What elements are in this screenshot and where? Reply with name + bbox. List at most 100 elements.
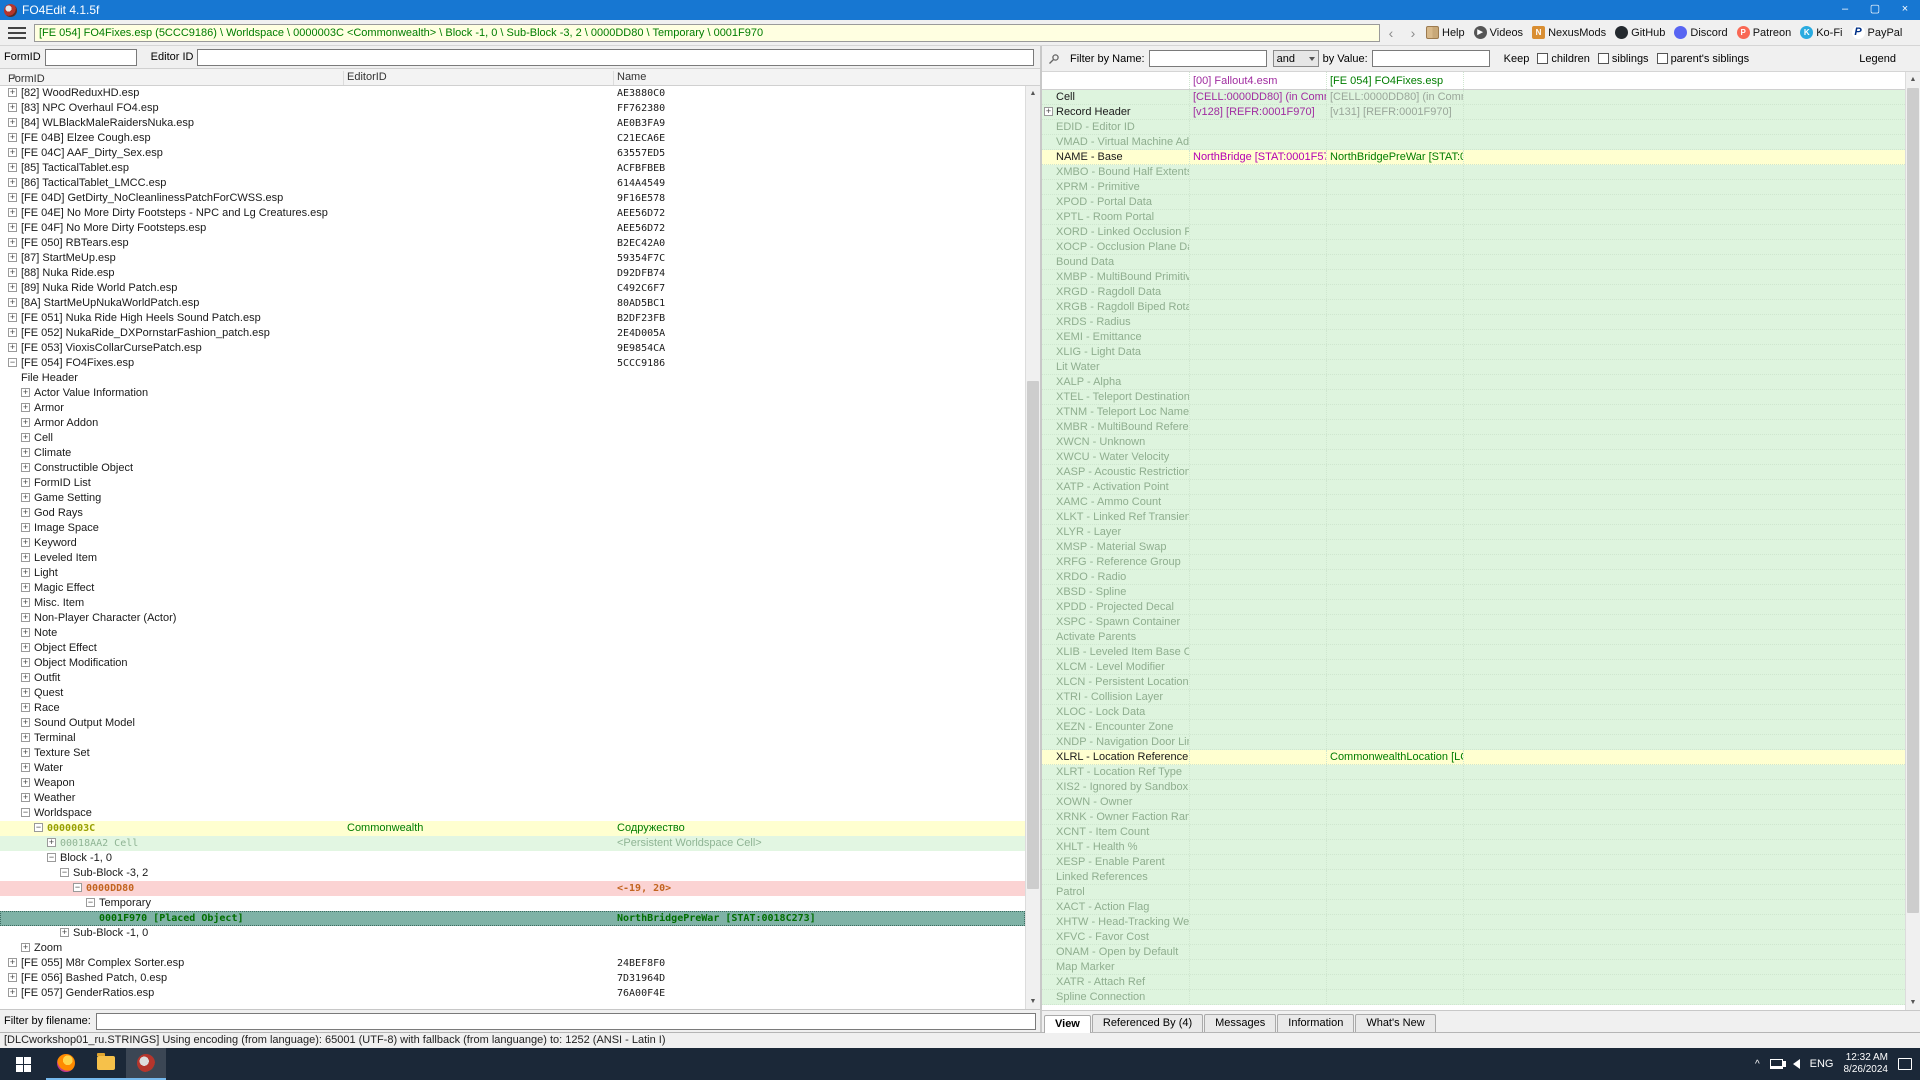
record-row[interactable]: XEZN - Encounter Zone: [1042, 720, 1905, 735]
tree-row[interactable]: +[88] Nuka Ride.espD92DFB74: [0, 266, 1025, 281]
record-row[interactable]: XCNT - Item Count: [1042, 825, 1905, 840]
record-row[interactable]: XBSD - Spline: [1042, 585, 1905, 600]
tree-row[interactable]: +00018AA2 Cell<Persistent Worldspace Cel…: [0, 836, 1025, 851]
record-row[interactable]: XRFG - Reference Group: [1042, 555, 1905, 570]
tree-scrollbar-thumb[interactable]: [1027, 381, 1039, 889]
expand-plus-icon[interactable]: +: [8, 103, 17, 112]
tree-row[interactable]: +Texture Set: [0, 746, 1025, 761]
record-row[interactable]: XMBR - MultiBound Reference: [1042, 420, 1905, 435]
expand-plus-icon[interactable]: +: [8, 208, 17, 217]
formid-input[interactable]: [45, 49, 137, 66]
tree-row[interactable]: +[FE 04D] GetDirty_NoCleanlinessPatchFor…: [0, 191, 1025, 206]
scroll-up-icon[interactable]: ▲: [1906, 72, 1920, 87]
tree-row[interactable]: +Weapon: [0, 776, 1025, 791]
expand-plus-icon[interactable]: +: [8, 163, 17, 172]
tab-referenced-by-4-[interactable]: Referenced By (4): [1092, 1014, 1203, 1032]
tree-row[interactable]: −[FE 054] FO4Fixes.esp5CCC9186: [0, 356, 1025, 371]
tree-row[interactable]: +Terminal: [0, 731, 1025, 746]
record-row[interactable]: Patrol: [1042, 885, 1905, 900]
expand-plus-icon[interactable]: +: [21, 598, 30, 607]
expand-plus-icon[interactable]: +: [8, 223, 17, 232]
record-row[interactable]: Cell[CELL:0000DD80] (in Commonw...[CELL:…: [1042, 90, 1905, 105]
expand-plus-icon[interactable]: +: [21, 583, 30, 592]
tree-row[interactable]: +Zoom: [0, 941, 1025, 956]
tree-row[interactable]: +Misc. Item: [0, 596, 1025, 611]
speaker-icon[interactable]: [1793, 1059, 1800, 1069]
record-row[interactable]: XWCU - Water Velocity: [1042, 450, 1905, 465]
toolbar-link-help[interactable]: Help: [1426, 26, 1465, 39]
tree-row[interactable]: +Quest: [0, 686, 1025, 701]
tree-row[interactable]: −Sub-Block -3, 2: [0, 866, 1025, 881]
taskbar-firefox[interactable]: [46, 1048, 86, 1080]
tree-row[interactable]: +[83] NPC Overhaul FO4.espFF762380: [0, 101, 1025, 116]
record-row[interactable]: XRDS - Radius: [1042, 315, 1905, 330]
collapse-minus-icon[interactable]: −: [8, 358, 17, 367]
toolbar-link-github[interactable]: GitHub: [1615, 26, 1665, 39]
filter-by-name-input[interactable]: [1149, 50, 1267, 67]
expand-plus-icon[interactable]: +: [21, 493, 30, 502]
expand-plus-icon[interactable]: +: [21, 448, 30, 457]
filter-filename-input[interactable]: [96, 1013, 1036, 1030]
record-row[interactable]: XPOD - Portal Data: [1042, 195, 1905, 210]
record-row[interactable]: XLOC - Lock Data: [1042, 705, 1905, 720]
tree-row[interactable]: −Temporary: [0, 896, 1025, 911]
tree-row[interactable]: +Non-Player Character (Actor): [0, 611, 1025, 626]
scroll-down-icon[interactable]: ▼: [1906, 995, 1920, 1010]
expand-plus-icon[interactable]: +: [60, 928, 69, 937]
record-row[interactable]: XLKT - Linked Ref Transient: [1042, 510, 1905, 525]
tree-row[interactable]: +Note: [0, 626, 1025, 641]
expand-plus-icon[interactable]: +: [8, 133, 17, 142]
menu-icon[interactable]: [8, 27, 26, 39]
expand-plus-icon[interactable]: +: [21, 538, 30, 547]
tree-row[interactable]: −Worldspace: [0, 806, 1025, 821]
record-row[interactable]: XALP - Alpha: [1042, 375, 1905, 390]
tree-row[interactable]: +[87] StartMeUp.esp59354F7C: [0, 251, 1025, 266]
record-row[interactable]: Map Marker: [1042, 960, 1905, 975]
tree-row[interactable]: +Object Modification: [0, 656, 1025, 671]
record-row[interactable]: XPRM - Primitive: [1042, 180, 1905, 195]
tree-row[interactable]: +[FE 050] RBTears.espB2EC42A0: [0, 236, 1025, 251]
record-row[interactable]: XIS2 - Ignored by Sandbox: [1042, 780, 1905, 795]
toolbar-link-patreon[interactable]: PPatreon: [1737, 26, 1792, 39]
expand-plus-icon[interactable]: +: [21, 703, 30, 712]
record-row[interactable]: Bound Data: [1042, 255, 1905, 270]
record-row[interactable]: XRNK - Owner Faction Rank: [1042, 810, 1905, 825]
record-row[interactable]: XLCM - Level Modifier: [1042, 660, 1905, 675]
legend-button[interactable]: Legend: [1859, 53, 1896, 65]
toolbar-link-discord[interactable]: Discord: [1674, 26, 1727, 39]
expand-plus-icon[interactable]: +: [8, 328, 17, 337]
expand-plus-icon[interactable]: +: [21, 388, 30, 397]
expand-plus-icon[interactable]: +: [8, 178, 17, 187]
record-row[interactable]: Spline Connection: [1042, 990, 1905, 1005]
record-header-master-column[interactable]: [00] Fallout4.esm: [1190, 72, 1327, 89]
tree-row[interactable]: +Race: [0, 701, 1025, 716]
record-row[interactable]: XASP - Acoustic Restriction: [1042, 465, 1905, 480]
checkbox-parent-s-siblings[interactable]: [1657, 53, 1668, 64]
tree-row[interactable]: +[FE 04E] No More Dirty Footsteps - NPC …: [0, 206, 1025, 221]
record-row[interactable]: XWCN - Unknown: [1042, 435, 1905, 450]
tree-row[interactable]: −0000003CCommonwealthСодружество: [0, 821, 1025, 836]
tree-row[interactable]: +Leveled Item: [0, 551, 1025, 566]
maximize-button[interactable]: ▢: [1860, 0, 1890, 20]
tree-row[interactable]: −Block -1, 0: [0, 851, 1025, 866]
checkbox-children[interactable]: [1537, 53, 1548, 64]
tree-row[interactable]: +Actor Value Information: [0, 386, 1025, 401]
expand-plus-icon[interactable]: +: [21, 463, 30, 472]
expand-plus-icon[interactable]: +: [8, 118, 17, 127]
expand-plus-icon[interactable]: +: [21, 718, 30, 727]
record-row[interactable]: XLRT - Location Ref Type: [1042, 765, 1905, 780]
tree-row[interactable]: +[FE 04B] Elzee Cough.espC21ECA6E: [0, 131, 1025, 146]
record-row[interactable]: XTNM - Teleport Loc Name: [1042, 405, 1905, 420]
record-row[interactable]: XLRL - Location ReferenceCommonwealthLoc…: [1042, 750, 1905, 765]
record-row[interactable]: XEMI - Emittance: [1042, 330, 1905, 345]
expand-plus-icon[interactable]: +: [1044, 107, 1053, 116]
record-row[interactable]: XOCP - Occlusion Plane Data: [1042, 240, 1905, 255]
tree-row[interactable]: +[84] WLBlackMaleRaidersNuka.espAE0B3FA9: [0, 116, 1025, 131]
taskbar-fo4edit[interactable]: [126, 1048, 166, 1080]
record-row[interactable]: XMSP - Material Swap: [1042, 540, 1905, 555]
collapse-minus-icon[interactable]: −: [47, 853, 56, 862]
record-row[interactable]: XLYR - Layer: [1042, 525, 1905, 540]
record-row[interactable]: NAME - BaseNorthBridge [STAT:0001F571]No…: [1042, 150, 1905, 165]
tree-row[interactable]: +[FE 053] VioxisCollarCursePatch.esp9E98…: [0, 341, 1025, 356]
record-row[interactable]: +Record Header[v128] [REFR:0001F970][v13…: [1042, 105, 1905, 120]
